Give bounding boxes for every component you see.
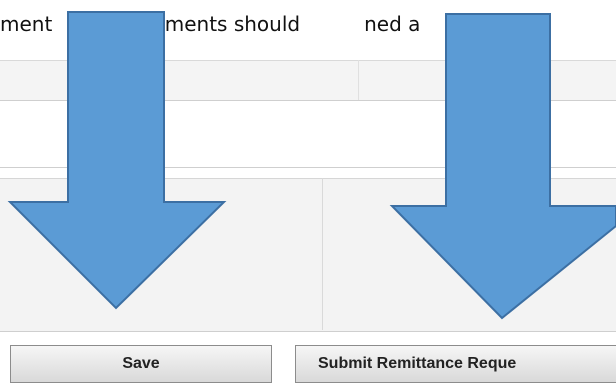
upload-panel bbox=[0, 178, 616, 332]
table-header-row bbox=[0, 60, 616, 101]
document-input-row[interactable] bbox=[0, 100, 616, 168]
column-divider bbox=[358, 60, 359, 100]
submit-remittance-request-button[interactable]: Submit Remittance Reque bbox=[295, 345, 616, 383]
save-button[interactable]: Save bbox=[10, 345, 272, 383]
instruction-text: ment s. Documents should ned a bbox=[0, 12, 420, 36]
instruction-segment: ment bbox=[0, 12, 53, 36]
instruction-segment: s. Documents should bbox=[90, 12, 301, 36]
upload-divider bbox=[322, 178, 323, 330]
instruction-segment: ned a bbox=[364, 12, 421, 36]
